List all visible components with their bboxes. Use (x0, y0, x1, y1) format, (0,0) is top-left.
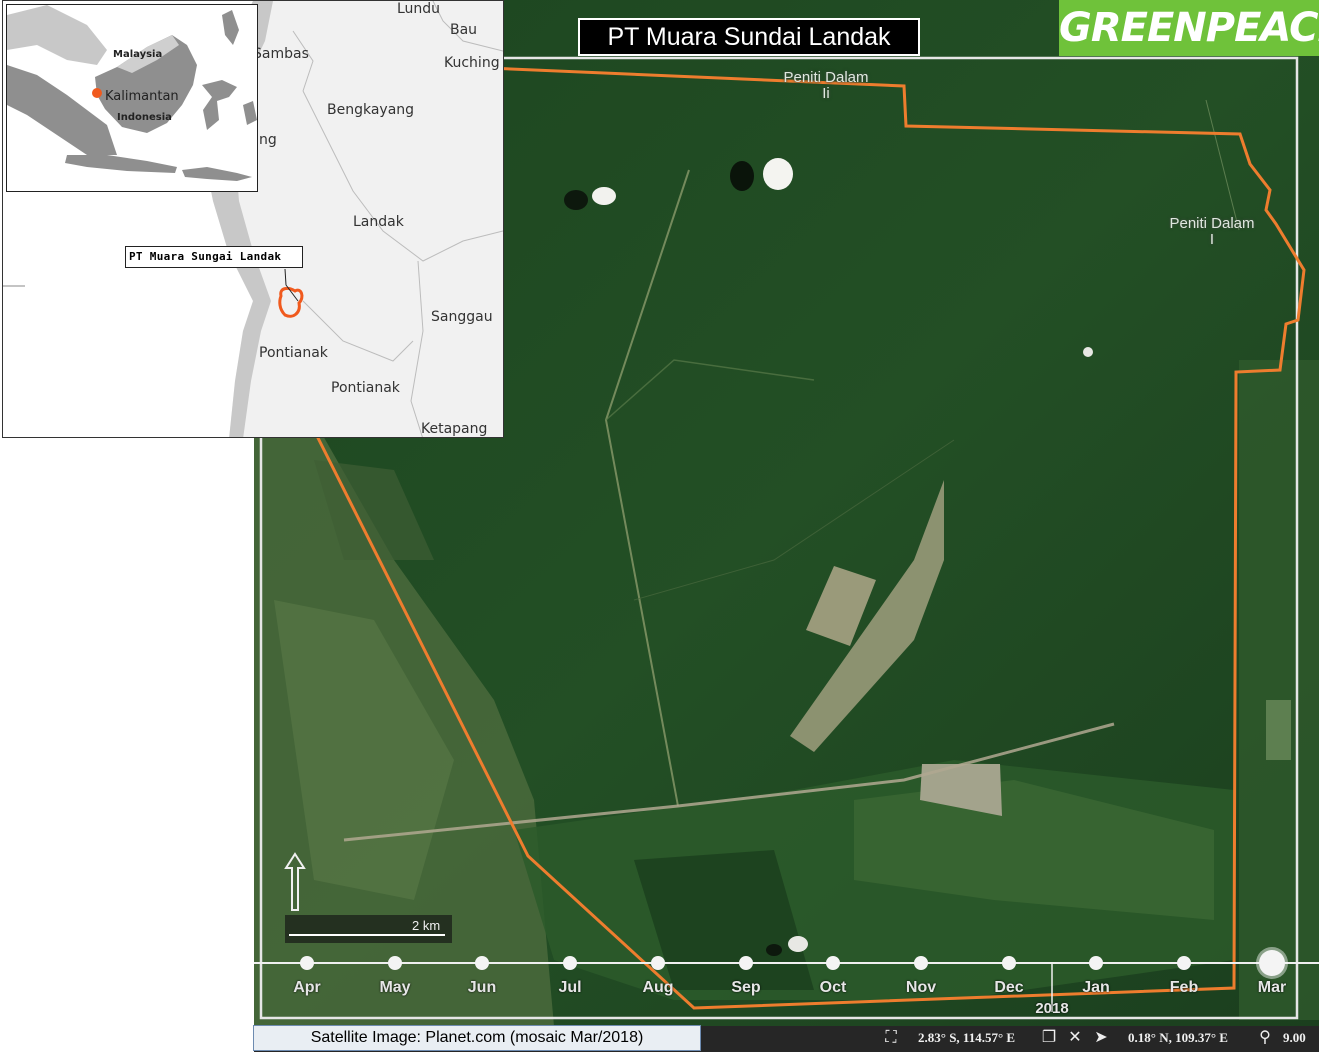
image-credit-caption: Satellite Image: Planet.com (mosaic Mar/… (253, 1025, 701, 1051)
place-label: Landak (353, 214, 404, 230)
timeline-month-label: Jan (1082, 979, 1110, 996)
inset-label-indonesia: Indonesia (117, 112, 172, 123)
timeline-month-label: Apr (293, 979, 321, 996)
timeline-month-label: Aug (642, 979, 674, 996)
inset-overview-map: Malaysia Kalimantan Indonesia (6, 4, 258, 192)
timeline-dot-feb[interactable] (1177, 956, 1191, 970)
place-label: Sambas (253, 46, 309, 62)
peniti-dalam-i-label: Peniti Dalam I (1169, 215, 1255, 248)
place-label: Bau (450, 22, 478, 38)
scale-bar-label: 2 km (412, 918, 441, 933)
timeline-month-label: Jul (558, 979, 582, 996)
place-label: Sanggau (431, 309, 493, 325)
zoom-level: 9.00 (1283, 1030, 1306, 1045)
timeline-month-label: Dec (994, 979, 1024, 996)
place-label: Pontianak (331, 380, 400, 396)
timeline-dot-nov[interactable] (914, 956, 928, 970)
timeline-month-label: Oct (819, 979, 847, 996)
map-title: PT Muara Sundai Landak (578, 18, 920, 56)
timeline-month-label: Jun (467, 979, 497, 996)
timeline-month-label: Nov (905, 979, 937, 996)
timeline-dot-jul[interactable] (563, 956, 577, 970)
place-label: Lundu (397, 1, 441, 17)
timeline-month-label: May (379, 979, 411, 996)
timeline-dot-mar[interactable] (1259, 950, 1285, 976)
timeline-dot-apr[interactable] (300, 956, 314, 970)
timeline-month-label: Mar (1257, 979, 1287, 996)
inset-label-malaysia: Malaysia (113, 49, 163, 60)
cursor-coordinates: 2.83° S, 114.57° E (918, 1030, 1016, 1045)
timeline-dot-may[interactable] (388, 956, 402, 970)
locate-icon[interactable]: ➤ (1092, 1029, 1110, 1047)
greenpeace-logo: GREENPEACE (1059, 0, 1319, 56)
timeline-dot-jan[interactable] (1089, 956, 1103, 970)
timeline-dot-dec[interactable] (1002, 956, 1016, 970)
fullscreen-icon[interactable]: ⛶ (882, 1029, 900, 1047)
place-label: Pontianak (259, 345, 328, 361)
place-label: Ketapang (421, 421, 488, 437)
place-label: Kuching (444, 55, 500, 71)
close-icon[interactable]: ✕ (1066, 1029, 1084, 1047)
copy-icon[interactable]: ❐ (1040, 1029, 1058, 1047)
center-coordinates: 0.18° N, 109.37° E (1128, 1030, 1228, 1045)
timeline-dot-sep[interactable] (739, 956, 753, 970)
place-label: ng (259, 132, 277, 148)
inset-label-kalimantan: Kalimantan (105, 89, 179, 104)
concession-callout: PT Muara Sungai Landak (125, 246, 303, 268)
timeline-month-label: Feb (1169, 979, 1199, 996)
place-label: Bengkayang (327, 102, 415, 118)
peniti-dalam-ii-label: Peniti Dalam Ii (783, 69, 869, 102)
timeline-year: 2018 (1035, 1000, 1069, 1017)
timeline-dot-oct[interactable] (826, 956, 840, 970)
zoom-icon[interactable]: ⚲ (1256, 1029, 1274, 1047)
timeline-month-label: Sep (731, 979, 761, 996)
timeline-dot-jun[interactable] (475, 956, 489, 970)
timeline-dot-aug[interactable] (651, 956, 665, 970)
north-arrow-icon (284, 852, 306, 917)
